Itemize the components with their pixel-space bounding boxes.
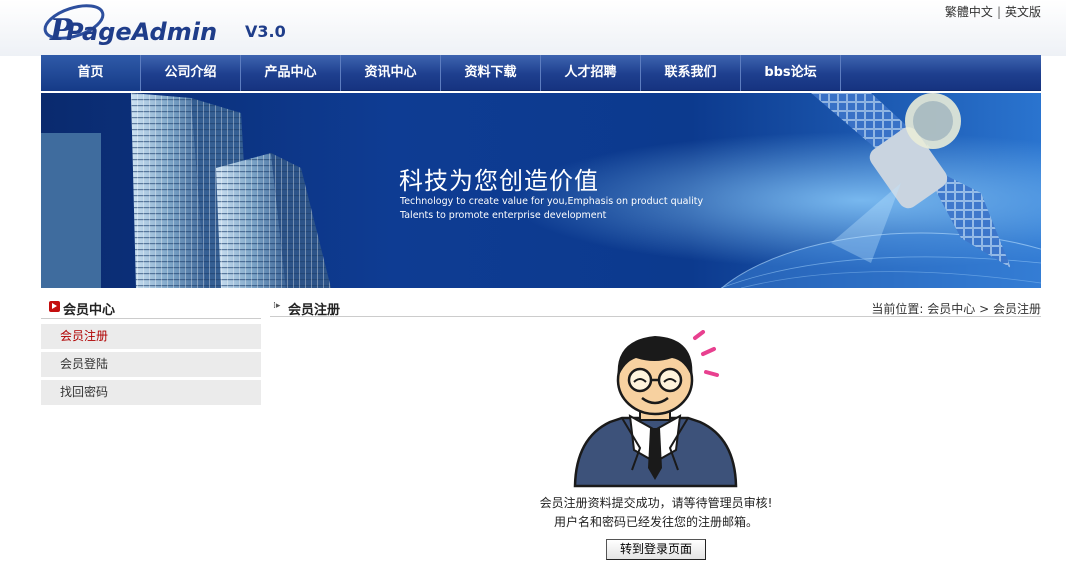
- banner-title: 科技为您创造价值: [399, 167, 599, 195]
- main-nav: 首页 公司介绍 产品中心 资讯中心 资料下载 人才招聘 联系我们 bbs论坛: [41, 55, 1041, 91]
- breadcrumb-current-link[interactable]: 会员注册: [993, 302, 1041, 316]
- nav-item-jobs[interactable]: 人才招聘: [541, 55, 641, 91]
- sidebar-item-register[interactable]: 会员注册: [41, 324, 261, 349]
- success-cartoon-image: [573, 330, 738, 488]
- nav-item-home[interactable]: 首页: [41, 55, 141, 91]
- breadcrumb-separator: >: [979, 302, 990, 316]
- sidebar-title-text: 会员中心: [63, 303, 116, 318]
- breadcrumb-prefix: 当前位置:: [871, 302, 924, 316]
- nav-item-news[interactable]: 资讯中心: [341, 55, 441, 91]
- banner-subtitle-line1: Technology to create value for you,Empha…: [400, 196, 704, 207]
- header: P PageAdmin V3.0 繁體中文 | 英文版: [0, 0, 1066, 56]
- content-header: ⁞▸ 会员注册 当前位置: 会员中心 > 会员注册: [270, 297, 1041, 318]
- breadcrumb: 当前位置: 会员中心 > 会员注册: [871, 300, 1041, 317]
- hero-banner: 科技为您创造价值 Technology to create value for …: [41, 93, 1041, 288]
- sidebar-item-login[interactable]: 会员登陆: [41, 352, 261, 377]
- play-icon: [49, 301, 60, 312]
- nav-item-contact[interactable]: 联系我们: [641, 55, 741, 91]
- lang-traditional-link[interactable]: 繁體中文: [945, 5, 993, 19]
- success-message-line1: 会员注册资料提交成功，请等待管理员审核!: [539, 496, 773, 510]
- logo-version: V3.0: [245, 22, 286, 41]
- content-title: 会员注册: [288, 303, 341, 318]
- banner-subtitle: Technology to create value for you,Empha…: [400, 195, 703, 223]
- language-switcher: 繁體中文 | 英文版: [945, 3, 1041, 20]
- nav-item-about[interactable]: 公司介绍: [141, 55, 241, 91]
- sidebar-item-find-password[interactable]: 找回密码: [41, 380, 261, 405]
- nav-item-downloads[interactable]: 资料下载: [441, 55, 541, 91]
- nav-item-bbs[interactable]: bbs论坛: [741, 55, 841, 91]
- lang-separator: |: [996, 5, 1001, 19]
- banner-subtitle-line2: Talents to promote enterprise developmen…: [400, 210, 607, 221]
- nav-item-products[interactable]: 产品中心: [241, 55, 341, 91]
- success-message-line2: 用户名和密码已经发往您的注册邮箱。: [553, 515, 758, 529]
- bullet-arrow-icon: ⁞▸: [273, 301, 281, 311]
- site-logo[interactable]: P PageAdmin V3.0: [42, 2, 302, 50]
- breadcrumb-home-link[interactable]: 会员中心: [927, 302, 975, 316]
- lang-english-link[interactable]: 英文版: [1005, 5, 1041, 19]
- go-to-login-button[interactable]: 转到登录页面: [606, 539, 706, 560]
- logo-text: PageAdmin: [66, 18, 217, 46]
- sidebar-title: 会员中心: [41, 297, 261, 319]
